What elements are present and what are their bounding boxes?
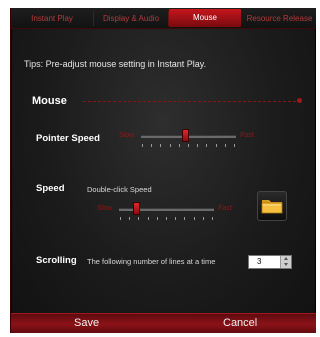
slider-tick <box>129 217 131 220</box>
slider-tick <box>224 144 226 147</box>
tab-display-audio[interactable]: Display & Audio <box>94 11 169 26</box>
pointer-speed-fast-label: Fast <box>240 132 254 139</box>
slider-tick <box>142 144 143 147</box>
slider-tick <box>166 217 167 220</box>
scroll-lines-value[interactable]: 3 <box>257 257 261 266</box>
tab-mouse[interactable]: Mouse <box>169 9 241 27</box>
double-click-speed-sublabel: Double-click Speed <box>87 185 152 194</box>
slider-tick <box>147 217 149 220</box>
section-divider-dot <box>297 98 302 103</box>
section-divider <box>83 101 301 102</box>
slider-tick <box>197 144 199 147</box>
double-click-ticks <box>120 217 213 220</box>
slider-tick <box>138 217 140 220</box>
double-click-speed-label: Speed <box>36 183 65 194</box>
scrolling-description: The following number of lines at a time <box>87 257 216 266</box>
pointer-speed-slider-thumb[interactable] <box>181 129 189 142</box>
pointer-speed-slow-label: Slow <box>119 132 135 139</box>
slider-tick <box>234 144 235 147</box>
scrolling-label: Scrolling <box>36 255 77 266</box>
stepper-down-button[interactable] <box>280 262 291 268</box>
slider-tick <box>184 217 186 220</box>
section-title: Mouse <box>32 95 67 107</box>
pointer-speed-ticks <box>142 144 235 147</box>
slider-tick <box>160 144 162 147</box>
tab-instant-play[interactable]: Instant Play <box>11 11 94 26</box>
double-click-slow-label: Slow <box>97 205 113 212</box>
double-click-fast-label: Fast <box>218 205 232 212</box>
slider-tick <box>206 144 208 147</box>
folder-icon <box>261 200 283 214</box>
cancel-button[interactable]: Cancel <box>223 317 257 329</box>
slider-tick <box>120 217 121 220</box>
slider-tick <box>169 144 171 147</box>
double-click-test-button[interactable] <box>257 191 287 221</box>
slider-tick <box>151 144 153 147</box>
slider-tick <box>202 217 204 220</box>
slider-tick <box>215 144 217 147</box>
footer-bar: Save Cancel <box>11 313 316 333</box>
scroll-lines-stepper[interactable]: 3 <box>248 255 292 269</box>
tips-text: Tips: Pre-adjust mouse setting in Instan… <box>24 59 207 69</box>
settings-window: Instant Play Display & Audio Mouse Resou… <box>10 8 316 333</box>
tab-bar: Instant Play Display & Audio Mouse Resou… <box>11 8 316 29</box>
slider-tick <box>178 144 180 147</box>
slider-tick <box>193 217 195 220</box>
slider-tick <box>188 144 189 147</box>
slider-tick <box>156 217 158 220</box>
tab-resource-release[interactable]: Resource Release <box>243 11 316 26</box>
slider-tick <box>212 217 213 220</box>
save-button[interactable]: Save <box>74 317 99 329</box>
slider-tick <box>175 217 177 220</box>
pointer-speed-label: Pointer Speed <box>36 133 100 144</box>
double-click-slider-thumb[interactable] <box>133 202 141 215</box>
